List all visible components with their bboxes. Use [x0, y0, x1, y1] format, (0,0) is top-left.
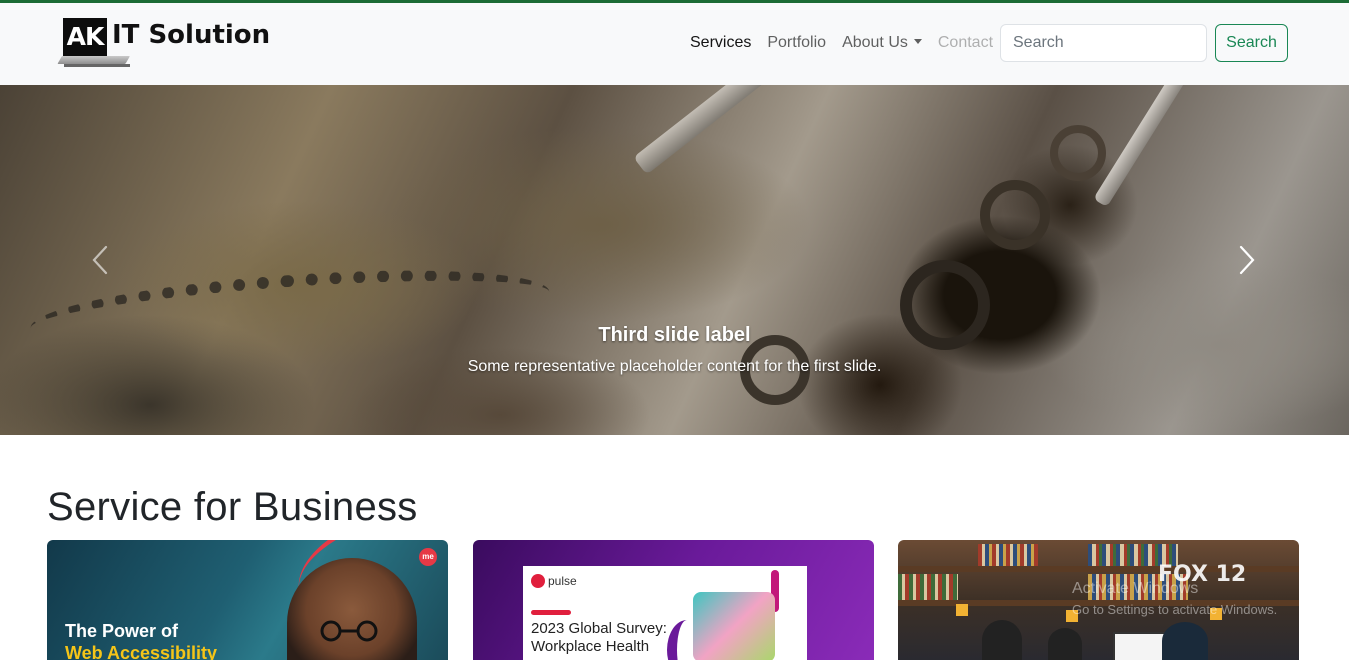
laptop-logo-icon: AK [57, 18, 132, 70]
nav-services[interactable]: Services [690, 34, 751, 52]
search-button[interactable]: Search [1215, 24, 1288, 62]
windows-activation-watermark: Activate Windows [1072, 580, 1199, 597]
glasses-icon [320, 620, 378, 642]
service-card-library[interactable]: FOX 12 [898, 540, 1299, 660]
brand-dot-icon [531, 574, 545, 588]
search-input[interactable] [1000, 24, 1207, 62]
card-headline: The Power of Web Accessibility [65, 620, 217, 660]
card-headline-line1: The Power of [65, 621, 179, 641]
nav-contact: Contact [937, 34, 994, 51]
chevron-right-icon [1239, 245, 1255, 275]
hero-carousel: Third slide label Some representative pl… [0, 85, 1349, 435]
logo-text: AK [63, 18, 107, 56]
pulse-logo: pulse [531, 574, 577, 588]
nav-about-us-label: About Us [842, 34, 908, 51]
navbar: AK IT Solution Services Portfolio About … [0, 3, 1349, 85]
carousel-prev-button[interactable] [80, 235, 120, 285]
person-silhouette [1162, 622, 1208, 660]
me-badge-icon: me [419, 548, 437, 566]
caret-down-icon [913, 39, 922, 44]
carousel-next-button[interactable] [1227, 235, 1267, 285]
chevron-left-icon [92, 245, 108, 275]
card-headline-line2: Web Accessibility [65, 643, 218, 660]
service-card-web-accessibility[interactable]: me The Power of Web Accessibility [47, 540, 448, 660]
person-silhouette [982, 620, 1022, 660]
brand-name: IT Solution [112, 20, 271, 50]
carousel-caption-text: Some representative placeholder content … [467, 358, 882, 375]
nav-portfolio[interactable]: Portfolio [767, 34, 826, 52]
carousel-caption-title: Third slide label [598, 324, 751, 346]
service-card-global-survey[interactable]: pulse 2023 Global Survey: Workplace Heal… [473, 540, 874, 660]
report-title: 2023 Global Survey: Workplace Health [531, 620, 667, 655]
person-silhouette [1048, 628, 1082, 660]
section-title: Service for Business [47, 485, 418, 529]
windows-activation-subtext: Go to Settings to activate Windows. [1072, 602, 1278, 617]
nav-links: Services Portfolio About Us Contact [690, 34, 1009, 52]
brand[interactable]: AK IT Solution [57, 18, 271, 70]
nav-about-us-dropdown[interactable]: About Us [842, 34, 922, 52]
